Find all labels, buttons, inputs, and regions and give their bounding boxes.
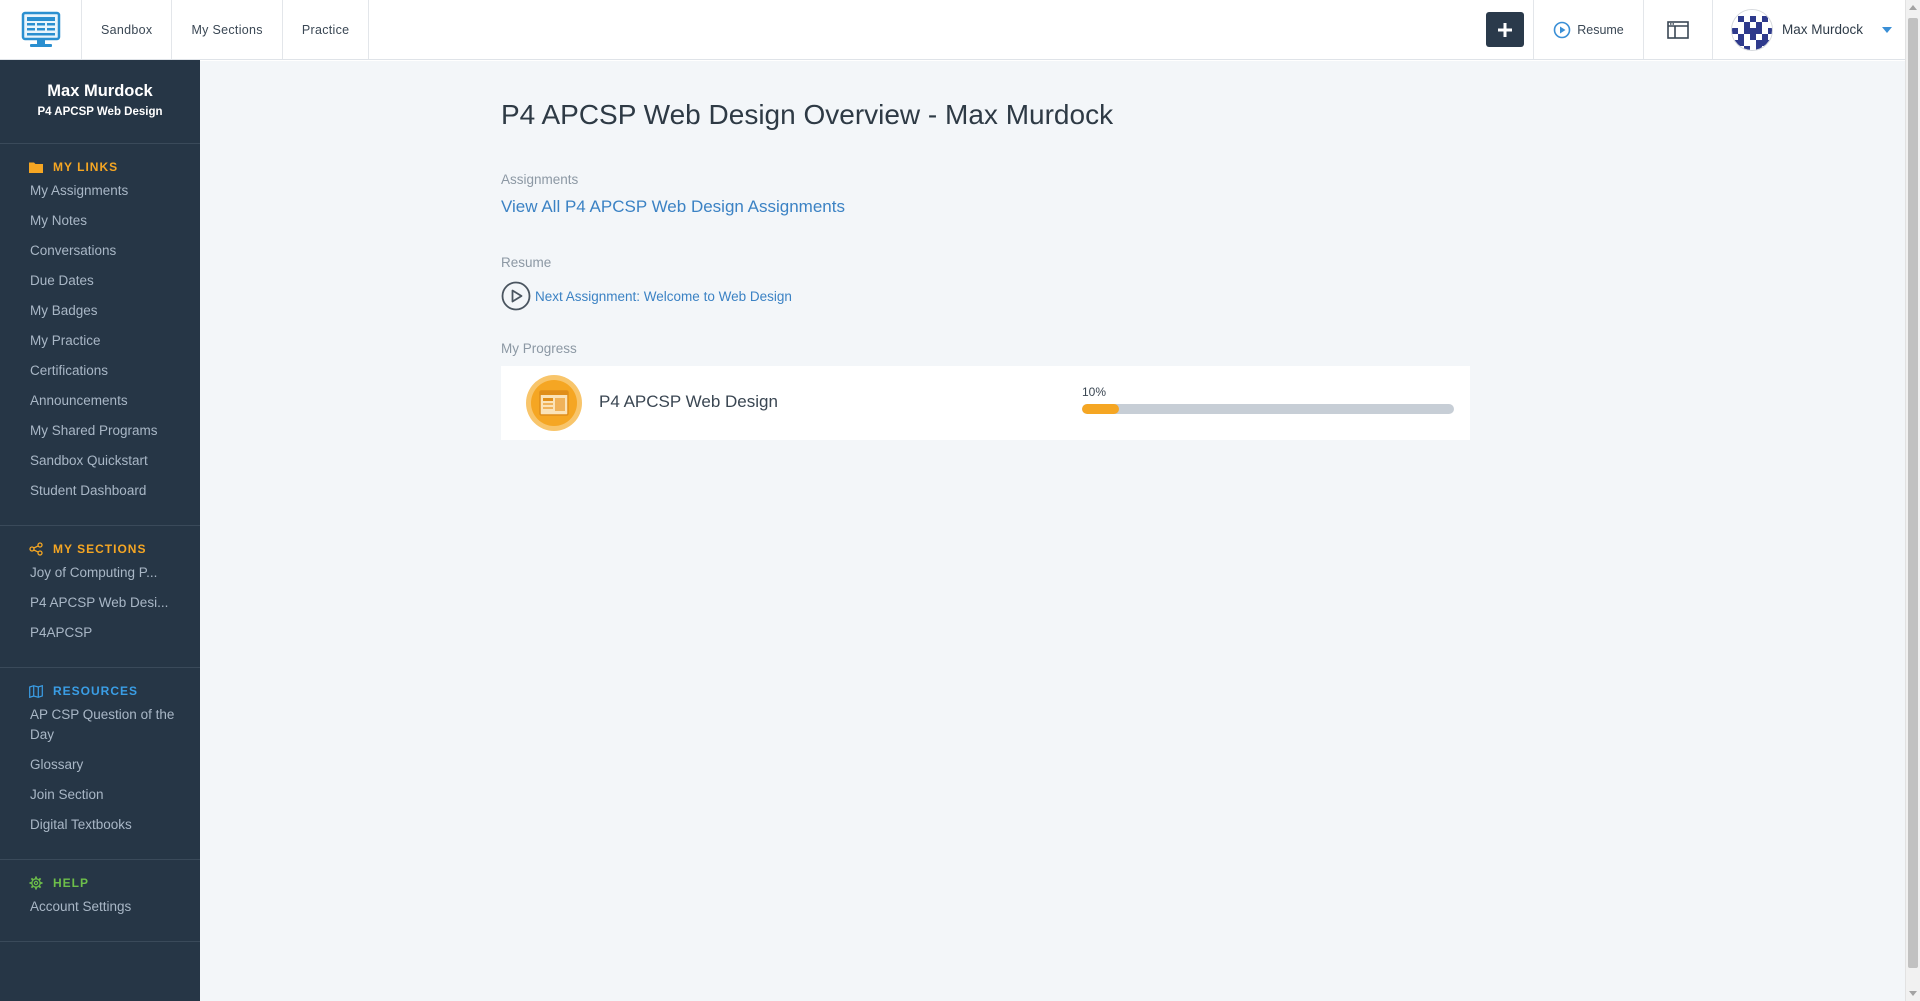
scroll-up-arrow-icon[interactable] [1909,5,1917,10]
progress-bar [1082,404,1454,414]
window-layout-icon [1667,20,1689,39]
resume-button-label: Resume [1577,22,1624,37]
sidebar-item-glossary[interactable]: Glossary [0,755,200,775]
chevron-down-icon [1882,26,1893,33]
help-title: HELP [53,876,90,890]
my-sections-heading: MY SECTIONS [0,542,200,556]
user-menu[interactable]: Max Murdock [1713,0,1905,59]
next-assignment-label: Next Assignment: Welcome to Web Design [535,288,792,304]
main-content: P4 APCSP Web Design Overview - Max Murdo… [200,61,1905,1001]
nav-my-sections[interactable]: My Sections [172,0,283,59]
page-title: P4 APCSP Web Design Overview - Max Murdo… [501,99,1114,130]
create-button-wrap [1476,0,1534,59]
sidebar-item-digital-textbooks[interactable]: Digital Textbooks [0,815,200,835]
sidebar-item-my-shared-programs[interactable]: My Shared Programs [0,421,200,441]
top-navigation-bar: Sandbox My Sections Practice Resume Max … [0,0,1905,60]
play-circle-icon [1553,21,1571,38]
sidebar-item-student-dashboard[interactable]: Student Dashboard [0,481,200,501]
resume-button[interactable]: Resume [1534,0,1644,59]
codehs-logo[interactable] [0,0,82,59]
course-progress-card[interactable]: P4 APCSP Web Design 10% [501,366,1470,440]
sidebar-item-join-section[interactable]: Join Section [0,785,200,805]
create-new-button[interactable] [1485,12,1524,47]
my-progress-label: My Progress [501,341,577,356]
folder-icon [29,162,43,173]
map-icon [29,684,43,698]
my-links-heading: MY LINKS [0,160,200,174]
my-links-title: MY LINKS [53,160,119,174]
course-badge [526,375,582,431]
next-assignment-link[interactable]: Next Assignment: Welcome to Web Design [501,281,792,311]
sidebar: Max Murdock P4 APCSP Web Design MY LINKS… [0,60,200,1001]
sidebar-item-my-assignments[interactable]: My Assignments [0,181,200,201]
view-all-assignments-link[interactable]: View All P4 APCSP Web Design Assignments [501,197,845,217]
sidebar-item-section-joy-of-computing[interactable]: Joy of Computing P... [0,563,200,583]
sidebar-item-my-badges[interactable]: My Badges [0,301,200,321]
sidebar-my-sections: MY SECTIONS Joy of Computing P... P4 APC… [0,526,200,668]
progress-percent-label: 10% [1082,385,1107,399]
resources-title: RESOURCES [53,684,139,698]
scroll-down-arrow-icon[interactable] [1909,991,1917,996]
sidebar-item-certifications[interactable]: Certifications [0,361,200,381]
share-icon [29,542,43,556]
sidebar-item-ap-csp-question-of-the-day[interactable]: AP CSP Question of the Day [0,705,200,745]
nav-sandbox[interactable]: Sandbox [82,0,173,59]
sidebar-item-conversations[interactable]: Conversations [0,241,200,261]
user-name: Max Murdock [1782,22,1864,37]
my-sections-title: MY SECTIONS [53,542,147,556]
web-design-icon [539,390,569,416]
sidebar-user-name: Max Murdock [47,82,153,100]
plus-icon [1497,22,1512,37]
avatar [1731,8,1773,51]
course-progress-name: P4 APCSP Web Design [599,392,778,411]
play-circle-icon [501,281,531,311]
scrollbar-thumb[interactable] [1908,18,1918,968]
sidebar-item-announcements[interactable]: Announcements [0,391,200,411]
help-heading: HELP [0,876,200,890]
sidebar-help: HELP Account Settings [0,860,200,942]
sidebar-item-due-dates[interactable]: Due Dates [0,271,200,291]
sidebar-header: Max Murdock P4 APCSP Web Design [0,60,200,144]
computer-logo-icon [21,11,60,47]
assignments-label: Assignments [501,172,579,187]
resume-section-label: Resume [501,255,552,270]
sidebar-item-my-practice[interactable]: My Practice [0,331,200,351]
nav-practice[interactable]: Practice [283,0,370,59]
gear-icon [29,876,43,890]
sidebar-my-links: MY LINKS My Assignments My Notes Convers… [0,144,200,526]
sidebar-course-name: P4 APCSP Web Design [37,106,163,118]
sidebar-item-my-notes[interactable]: My Notes [0,211,200,231]
progress-bar-fill [1082,404,1120,414]
sidebar-resources: RESOURCES AP CSP Question of the Day Glo… [0,668,200,860]
sidebar-item-section-p4apcsp[interactable]: P4APCSP [0,623,200,643]
layout-toggle-button[interactable] [1644,0,1713,59]
resources-heading: RESOURCES [0,684,200,698]
sidebar-item-sandbox-quickstart[interactable]: Sandbox Quickstart [0,451,200,471]
sidebar-item-account-settings[interactable]: Account Settings [0,897,200,917]
sidebar-item-section-p4-apcsp-web-design[interactable]: P4 APCSP Web Desi... [0,593,200,613]
page-scrollbar[interactable] [1905,0,1920,1001]
